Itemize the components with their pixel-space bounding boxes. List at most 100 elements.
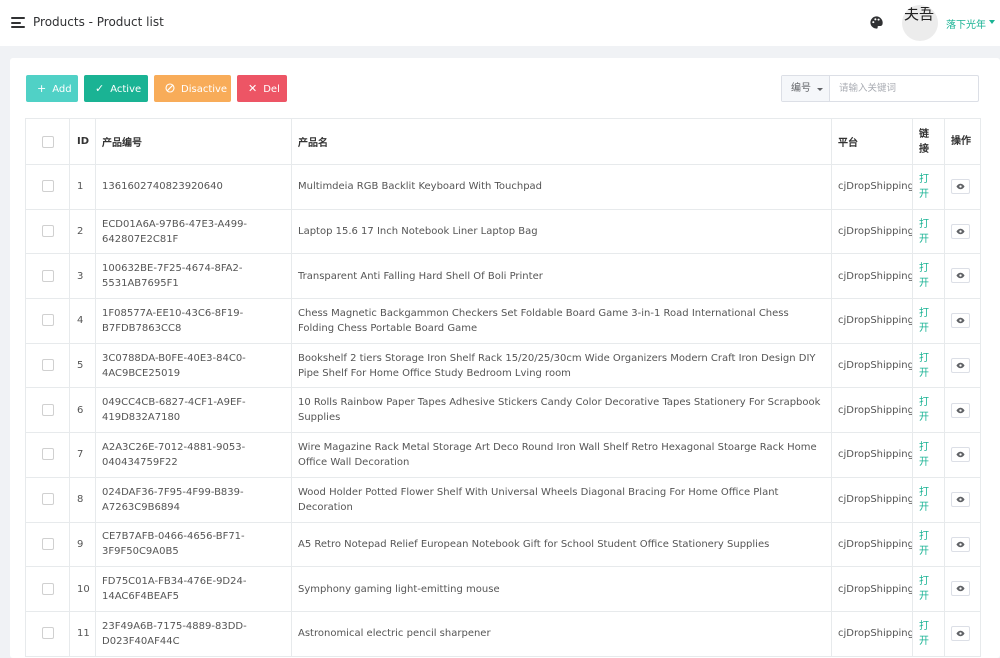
row-select-cell [25, 253, 70, 300]
row-checkbox[interactable] [41, 627, 54, 640]
row-checkbox[interactable] [41, 359, 54, 372]
open-link[interactable]: 打开 [919, 442, 929, 468]
open-link[interactable]: 打开 [919, 308, 929, 334]
table-row: 1 1361602740823920640 Multimdeia RGB Backl… [25, 164, 981, 210]
search-group: 编号 [781, 75, 979, 102]
row-select-cell [25, 477, 70, 523]
row-select-cell [25, 432, 70, 478]
open-link[interactable]: 打开 [919, 621, 929, 647]
row-product-name: Transparent Anti Falling Hard Shell Of B… [291, 253, 832, 300]
search-input[interactable] [831, 76, 978, 101]
row-platform: cjDropShipping [831, 522, 913, 568]
palette-icon[interactable] [869, 15, 884, 30]
row-select-cell [25, 566, 70, 612]
column-header-link: 链接 [912, 118, 945, 165]
row-product-name: 10 Rolls Rainbow Paper Tapes Adhesive St… [291, 387, 832, 434]
view-button[interactable] [951, 313, 970, 329]
view-button[interactable] [951, 447, 970, 463]
view-button[interactable] [951, 581, 970, 597]
row-link-cell: 打开 [912, 209, 945, 255]
row-checkbox[interactable] [41, 180, 54, 193]
table-row: 3 100632BE-7F25-4674-8FA2-5531AB7695F1 Tra… [25, 253, 981, 300]
row-platform: cjDropShipping [831, 253, 913, 300]
row-checkbox[interactable] [41, 269, 54, 282]
row-checkbox[interactable] [41, 448, 54, 461]
row-actions-cell [944, 477, 981, 523]
row-actions-cell [944, 164, 981, 210]
row-actions-cell [944, 343, 981, 389]
row-actions-cell [944, 611, 981, 657]
row-checkbox[interactable] [41, 537, 54, 550]
view-button[interactable] [951, 625, 970, 641]
row-actions-cell [944, 387, 981, 434]
row-checkbox[interactable] [41, 403, 54, 416]
open-link[interactable]: 打开 [919, 263, 929, 289]
open-link[interactable]: 打开 [919, 174, 929, 200]
row-platform: cjDropShipping [831, 298, 913, 344]
row-id: 10 [69, 566, 96, 612]
row-product-code: A2A3C26E-7012-4881-9053-040434759F22 [95, 432, 292, 478]
row-id: 4 [69, 298, 96, 344]
disactive-button[interactable]: Disactive [154, 75, 231, 102]
row-product-name: Wood Holder Potted Flower Shelf With Uni… [291, 477, 832, 523]
row-id: 11 [69, 611, 96, 657]
column-header-id: ID [69, 118, 96, 165]
open-link[interactable]: 打开 [919, 219, 929, 245]
view-button[interactable] [951, 268, 970, 284]
active-button[interactable]: ✓ Active [84, 75, 148, 102]
row-product-code: FD75C01A-FB34-476E-9D24-14AC6F4BEAF5 [95, 566, 292, 612]
menu-icon[interactable] [11, 17, 25, 28]
view-button[interactable] [951, 491, 970, 507]
row-id: 1 [69, 164, 96, 210]
row-platform: cjDropShipping [831, 566, 913, 612]
row-select-cell [25, 298, 70, 344]
row-checkbox[interactable] [41, 225, 54, 238]
row-product-code: ECD01A6A-97B6-47E3-A499-642807E2C81F [95, 209, 292, 255]
column-header-platform: 平台 [831, 118, 913, 165]
table-row: 5 3C0788DA-B0FE-40E3-84C0-4AC9BCE25019 Boo… [25, 343, 981, 389]
open-link[interactable]: 打开 [919, 531, 929, 557]
view-button[interactable] [951, 536, 970, 552]
view-button[interactable] [951, 357, 970, 373]
select-all-checkbox[interactable] [41, 135, 54, 148]
row-product-code: 024DAF36-7F95-4F99-B839-A7263C9B6894 [95, 477, 292, 523]
del-button[interactable]: ✕ Del [237, 75, 287, 102]
row-link-cell: 打开 [912, 387, 945, 434]
open-link[interactable]: 打开 [919, 576, 929, 602]
view-button[interactable] [951, 179, 970, 195]
user-name[interactable]: 落下光年 [946, 16, 986, 31]
row-actions-cell [944, 209, 981, 255]
row-checkbox[interactable] [41, 582, 54, 595]
row-platform: cjDropShipping [831, 164, 913, 210]
table-row: 7 A2A3C26E-7012-4881-9053-040434759F22 Wir… [25, 432, 981, 478]
row-checkbox[interactable] [41, 314, 54, 327]
search-field-select[interactable]: 编号 [782, 76, 830, 101]
open-link[interactable]: 打开 [919, 397, 929, 423]
table-row: 4 1F08577A-EE10-43C6-8F19-B7FDB7863CC8 Che… [25, 298, 981, 344]
page-title: Products - Product list [33, 15, 164, 29]
row-product-name: Symphony gaming light-emitting mouse [291, 566, 832, 612]
row-checkbox[interactable] [41, 493, 54, 506]
row-link-cell: 打开 [912, 522, 945, 568]
row-product-code: 100632BE-7F25-4674-8FA2-5531AB7695F1 [95, 253, 292, 300]
view-button[interactable] [951, 223, 970, 239]
column-header-name: 产品名 [291, 118, 832, 165]
chevron-down-icon [817, 88, 823, 91]
products-table: ID 产品编号 产品名 平台 链接 操作 1 136160274082392064… [25, 118, 981, 657]
row-platform: cjDropShipping [831, 209, 913, 255]
row-actions-cell [944, 298, 981, 344]
row-platform: cjDropShipping [831, 343, 913, 389]
row-actions-cell [944, 522, 981, 568]
row-select-cell [25, 611, 70, 657]
chevron-down-icon[interactable] [989, 20, 995, 24]
add-button[interactable]: + Add [26, 75, 78, 102]
row-id: 5 [69, 343, 96, 389]
view-button[interactable] [951, 402, 970, 418]
avatar[interactable]: 夫吾 [902, 5, 938, 41]
open-link[interactable]: 打开 [919, 353, 929, 379]
row-id: 2 [69, 209, 96, 255]
row-platform: cjDropShipping [831, 387, 913, 434]
open-link[interactable]: 打开 [919, 487, 929, 513]
row-product-code: 049CC4CB-6827-4CF1-A9EF-419D832A7180 [95, 387, 292, 434]
add-button-label: Add [52, 84, 72, 95]
